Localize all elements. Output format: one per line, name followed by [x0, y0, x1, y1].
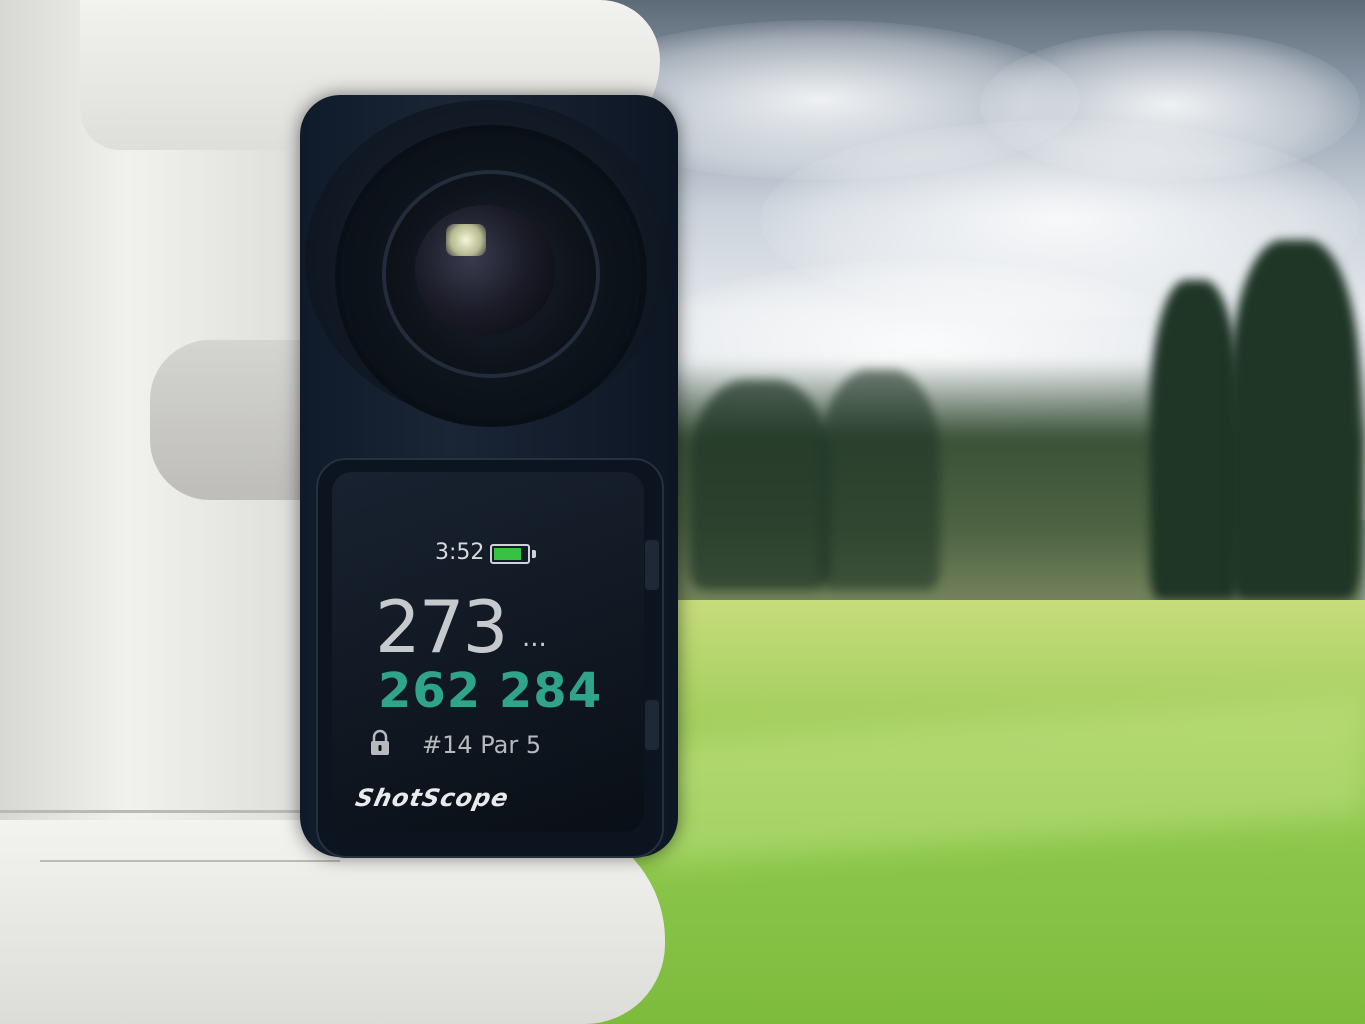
photo-scene: 3:52 273 ... 262 284 #14 Par 5 ShotScope	[0, 0, 1365, 1024]
glove-seam	[0, 810, 330, 813]
green-range-reading: 262 284	[378, 663, 603, 719]
distance-reading: 273	[375, 585, 508, 669]
clock-time: 3:52	[435, 540, 485, 565]
lens-glint	[446, 224, 486, 256]
tree	[1150, 280, 1240, 600]
eyepiece-lens	[415, 205, 555, 335]
tree	[690, 380, 830, 590]
hole-info: #14 Par 5	[422, 731, 542, 759]
battery-fill	[494, 548, 521, 560]
brand-logo: ShotScope	[353, 784, 512, 812]
battery-cap	[532, 550, 536, 558]
distance-suffix: ...	[522, 623, 547, 653]
glove-seam	[40, 860, 340, 862]
lock-icon	[371, 729, 389, 755]
side-button[interactable]	[645, 540, 659, 590]
battery-icon	[490, 544, 530, 564]
cloud	[980, 30, 1360, 180]
side-button[interactable]	[645, 700, 659, 750]
tree	[820, 370, 940, 590]
tree	[1230, 240, 1360, 600]
